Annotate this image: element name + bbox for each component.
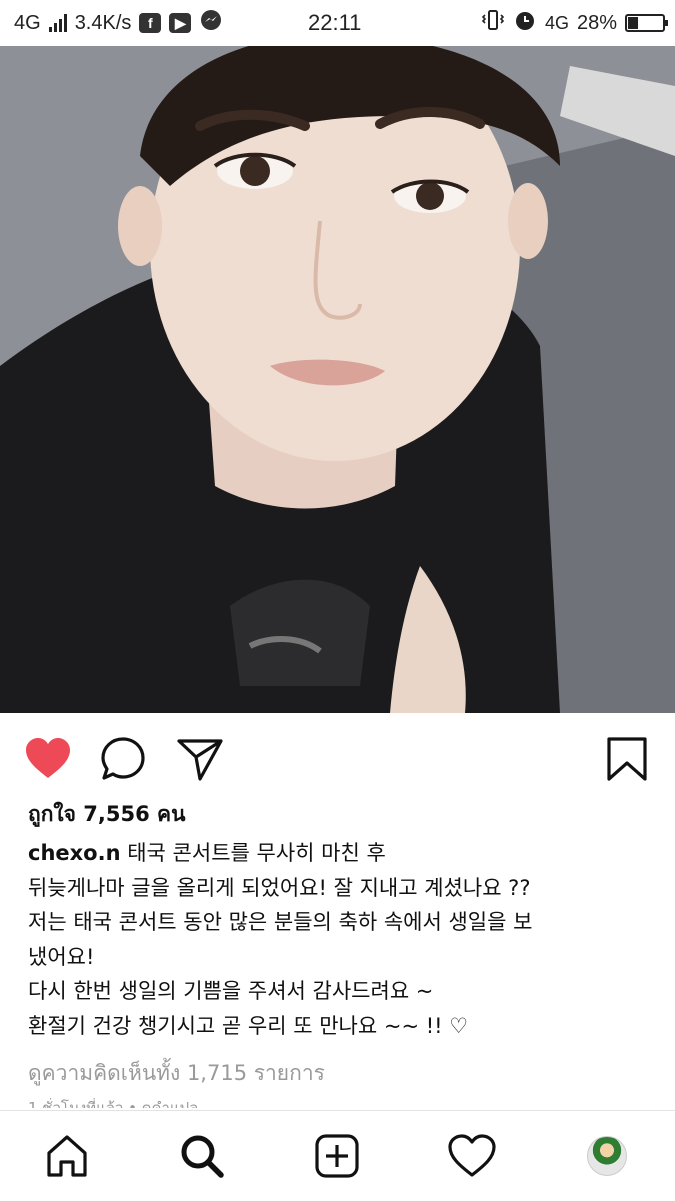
caption-text: 태국 콘서트를 무사히 마친 후 <box>127 841 386 865</box>
network-type-right: 4G <box>544 12 569 33</box>
avatar <box>587 1136 627 1176</box>
caption-line-2: 뒤늦게나마 글을 올리게 되었어요! 잘 지내고 계셨나요 ?? <box>28 875 531 900</box>
youtube-icon: ▶ <box>169 13 192 33</box>
view-comments-link[interactable]: ดูความคิดเห็นทั้ง 1,715 รายการ <box>28 1057 325 1090</box>
share-icon[interactable] <box>175 734 225 784</box>
post-photo[interactable] <box>0 46 675 713</box>
network-type: 4G <box>14 11 41 34</box>
username[interactable]: chexo.n <box>28 841 121 865</box>
likes-count[interactable]: ถูกใจ 7,556 คน <box>28 798 185 831</box>
search-icon[interactable] <box>177 1131 227 1181</box>
activity-icon[interactable] <box>447 1131 497 1181</box>
add-post-icon[interactable] <box>312 1131 362 1181</box>
bottom-nav <box>0 1110 675 1201</box>
selfie-photo <box>0 46 675 713</box>
caption-line-4: 냈어요! <box>28 944 95 969</box>
status-bar: 4G 3.4K/s f ▶ 22:11 4G 28% <box>0 0 675 46</box>
alarm-icon <box>513 8 537 38</box>
facebook-icon: f <box>139 13 162 33</box>
bookmark-icon[interactable] <box>602 734 652 784</box>
battery-percent: 28% <box>576 11 617 34</box>
caption-line-5: 다시 한번 생일의 기쁨을 주셔서 감사드려요 ~ <box>28 979 434 1003</box>
profile-avatar[interactable] <box>582 1131 632 1181</box>
clock: 22:11 <box>308 10 362 35</box>
caption-line-6: 환절기 건강 챙기시고 곧 우리 또 만나요 ~~ !! ♡ <box>28 1013 469 1038</box>
post-time: 1 ชั่วโมงที่แล้ว • ดูคำแปล <box>28 1099 199 1108</box>
signal-icon <box>48 14 67 32</box>
home-icon[interactable] <box>42 1131 92 1181</box>
comment-icon[interactable] <box>98 734 148 784</box>
post-caption: chexo.n 태국 콘서트를 무사히 마친 후 뒤늦게나마 글을 올리게 되었… <box>28 836 658 1043</box>
caption-line-3: 저는 태국 콘서트 동안 많은 분들의 축하 속에서 생일을 보 <box>28 910 533 934</box>
messenger-icon <box>199 8 223 38</box>
battery-icon <box>625 14 668 32</box>
caption-line-1: chexo.n 태국 콘서트를 무사히 마친 후 <box>28 836 658 871</box>
vibrate-icon <box>481 9 505 37</box>
network-speed: 3.4K/s <box>74 11 132 34</box>
post-actions <box>0 728 675 788</box>
heart-icon[interactable] <box>23 734 73 784</box>
